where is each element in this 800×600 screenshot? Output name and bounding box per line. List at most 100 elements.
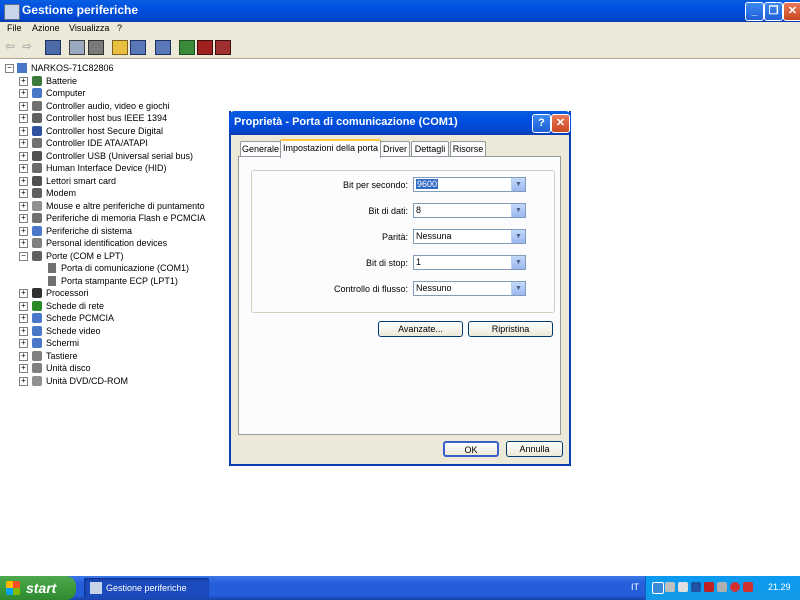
sd-icon: [32, 125, 42, 136]
language-indicator[interactable]: IT: [631, 582, 639, 592]
uninstall-icon[interactable]: [197, 40, 213, 55]
expand-toggle[interactable]: +: [19, 376, 28, 386]
expand-toggle[interactable]: +: [19, 214, 28, 223]
connection-icon[interactable]: [717, 582, 727, 592]
disable-icon[interactable]: [215, 40, 231, 55]
update-driver-icon[interactable]: [179, 40, 195, 55]
start-button[interactable]: start: [0, 576, 76, 600]
expand-toggle[interactable]: +: [19, 239, 28, 248]
controllo-flusso-label: Controllo di flusso:: [333, 284, 408, 294]
expand-toggle[interactable]: +: [19, 364, 28, 373]
tree-root-label: NARKOS-71C82806: [31, 63, 114, 73]
antivirus-icon[interactable]: [730, 582, 740, 592]
dialog-help-button[interactable]: ?: [532, 114, 551, 133]
smartcard-icon: [32, 175, 42, 186]
keyboard-icon: [32, 350, 42, 361]
collapse-toggle[interactable]: −: [19, 251, 28, 261]
restore-defaults-button[interactable]: Ripristina: [468, 321, 553, 337]
system-tray: 21.29: [645, 576, 800, 600]
forward-arrow-icon[interactable]: ⇨: [22, 40, 36, 53]
advanced-button[interactable]: Avanzate...: [378, 321, 463, 337]
start-label: start: [26, 580, 57, 596]
network-icon[interactable]: [652, 582, 664, 594]
scan-hardware-icon[interactable]: [155, 40, 171, 55]
security-icon[interactable]: [704, 582, 714, 592]
tab-dettagli[interactable]: Dettagli: [411, 141, 449, 156]
chevron-down-icon[interactable]: ▼: [511, 204, 525, 217]
tab-impostazioni-porta[interactable]: Impostazioni della porta: [280, 139, 381, 158]
expand-toggle[interactable]: +: [19, 301, 28, 311]
battery-tray-icon[interactable]: [691, 582, 701, 592]
hid-icon: [32, 163, 42, 173]
chevron-down-icon[interactable]: ▼: [511, 256, 525, 269]
chevron-down-icon[interactable]: ▼: [511, 282, 525, 295]
system-device-icon: [32, 225, 42, 236]
properties-icon[interactable]: [69, 40, 85, 55]
menu-azione[interactable]: Azione: [32, 23, 60, 33]
close-button[interactable]: ✕: [783, 2, 800, 21]
expand-toggle[interactable]: +: [19, 89, 28, 98]
port-connector-icon: [48, 263, 56, 273]
print-icon[interactable]: [88, 40, 104, 55]
expand-toggle[interactable]: +: [19, 176, 28, 186]
tree-item-label: Controller audio, video e giochi: [46, 100, 170, 111]
tree-item-label: Schermi: [46, 338, 80, 348]
expand-toggle[interactable]: +: [19, 226, 28, 236]
dialog-close-button[interactable]: ✕: [551, 114, 570, 133]
tab-generale[interactable]: Generale: [240, 141, 281, 156]
expand-toggle[interactable]: +: [19, 76, 28, 86]
tree-item-label: Computer: [46, 88, 86, 98]
tree-item-label: Tastiere: [46, 350, 78, 361]
menu-bar: File Azione Visualizza ?: [0, 22, 800, 36]
battery-icon: [32, 75, 42, 86]
view-icon[interactable]: [130, 40, 146, 55]
tree-item-label: Human Interface Device (HID): [46, 163, 167, 173]
bit-di-dati-label: Bit di dati:: [368, 206, 408, 216]
expand-toggle[interactable]: +: [19, 139, 28, 148]
tree-item-label: Unità disco: [46, 363, 91, 373]
display-icon[interactable]: [665, 582, 675, 592]
chevron-down-icon[interactable]: ▼: [511, 178, 525, 191]
modem-icon: [32, 188, 42, 198]
tab-driver[interactable]: Driver: [380, 141, 410, 156]
expand-toggle[interactable]: +: [19, 201, 28, 211]
dialog-titlebar[interactable]: Proprietà - Porta di comunicazione (COM1…: [229, 111, 571, 135]
menu-file[interactable]: File: [7, 23, 22, 33]
restore-button[interactable]: ❐: [764, 2, 783, 21]
expand-toggle[interactable]: +: [19, 164, 28, 173]
tree-item-label: Unità DVD/CD-ROM: [46, 375, 129, 386]
controllo-flusso-select[interactable]: Nessuno ▼: [413, 281, 526, 296]
back-arrow-icon[interactable]: ⇦: [5, 40, 19, 53]
help-icon[interactable]: [112, 40, 128, 55]
window-titlebar[interactable]: Gestione periferiche _ ❐ ✕: [0, 0, 800, 22]
taskbar-item-label: Gestione periferiche: [106, 583, 187, 593]
expand-toggle[interactable]: +: [19, 126, 28, 136]
parita-select[interactable]: Nessuna ▼: [413, 229, 526, 244]
volume-icon[interactable]: [678, 582, 688, 592]
expand-toggle[interactable]: +: [19, 101, 28, 111]
menu-help[interactable]: ?: [117, 23, 122, 33]
bit-di-stop-select[interactable]: 1 ▼: [413, 255, 526, 270]
console-tree-icon[interactable]: [45, 40, 61, 55]
expand-toggle[interactable]: +: [19, 326, 28, 336]
menu-visualizza[interactable]: Visualizza: [69, 23, 109, 33]
ok-button[interactable]: OK: [443, 441, 499, 457]
expand-toggle[interactable]: +: [19, 339, 28, 348]
window-title: Gestione periferiche: [22, 3, 139, 17]
expand-toggle[interactable]: +: [19, 151, 28, 161]
id-device-icon: [32, 238, 42, 248]
bit-per-secondo-select[interactable]: 9600 ▼: [413, 177, 526, 192]
cancel-button[interactable]: Annulla: [506, 441, 563, 457]
expand-toggle[interactable]: +: [19, 289, 28, 298]
expand-toggle[interactable]: +: [19, 114, 28, 123]
minimize-button[interactable]: _: [745, 2, 764, 21]
expand-toggle[interactable]: +: [19, 189, 28, 198]
tab-risorse[interactable]: Risorse: [450, 141, 486, 156]
taskbar-item-device-manager[interactable]: Gestione periferiche: [84, 578, 209, 598]
bit-di-dati-select[interactable]: 8 ▼: [413, 203, 526, 218]
expand-toggle[interactable]: +: [19, 314, 28, 323]
expand-toggle[interactable]: +: [19, 351, 28, 361]
chevron-down-icon[interactable]: ▼: [511, 230, 525, 243]
alert-icon[interactable]: [743, 582, 753, 592]
collapse-toggle[interactable]: −: [5, 64, 14, 73]
